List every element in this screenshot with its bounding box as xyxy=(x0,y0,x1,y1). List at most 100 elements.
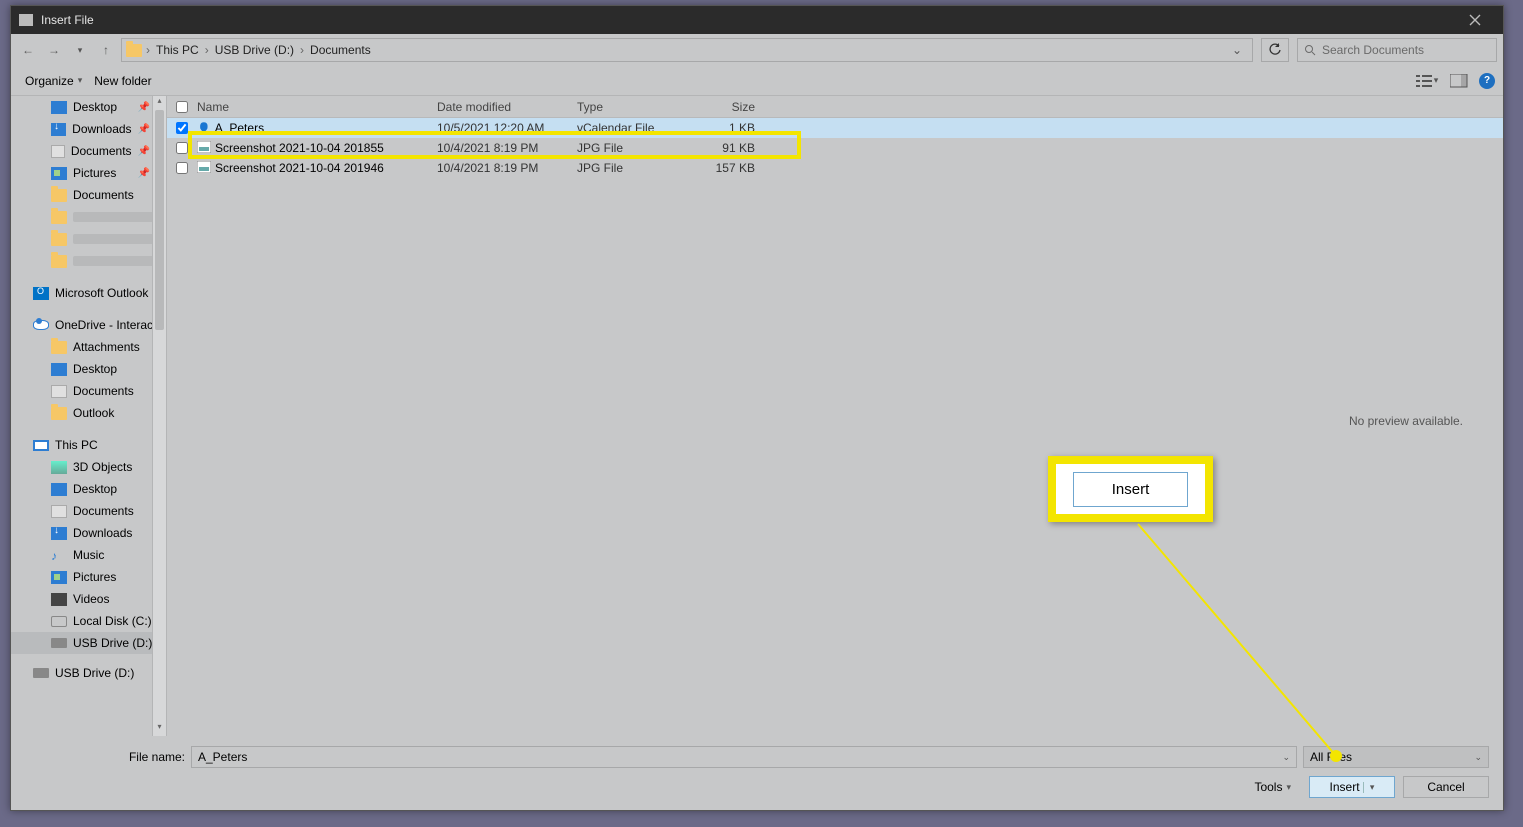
usb-icon xyxy=(51,638,67,648)
image-icon xyxy=(197,141,211,156)
breadcrumb-documents[interactable]: Documents xyxy=(308,43,373,57)
tree-item[interactable]: Music xyxy=(11,544,166,566)
nav-scrollbar[interactable]: ▴ ▾ xyxy=(152,96,166,736)
outlook-icon xyxy=(33,287,49,300)
tree-item[interactable]: Desktop xyxy=(11,358,166,380)
folder-icon xyxy=(126,44,142,57)
search-icon xyxy=(1304,44,1316,56)
dl-icon xyxy=(51,123,66,136)
window-title: Insert File xyxy=(41,13,1455,27)
column-name[interactable]: Name xyxy=(197,100,437,114)
column-type[interactable]: Type xyxy=(577,100,695,114)
navigation-row: ← → ▾ ↑ › This PC › USB Drive (D:) › Doc… xyxy=(11,34,1503,66)
tree-item[interactable]: Outlook xyxy=(11,402,166,424)
callout-insert-button: Insert xyxy=(1073,472,1189,507)
tree-item[interactable]: Documents📌 xyxy=(11,140,166,162)
usb-icon xyxy=(33,668,49,678)
column-size[interactable]: Size xyxy=(695,100,765,114)
breadcrumb-this-pc[interactable]: This PC xyxy=(154,43,201,57)
tree-item[interactable]: 3D Objects xyxy=(11,456,166,478)
file-list-pane: Name Date modified Type Size 👤A_Peters10… xyxy=(167,96,1503,736)
filename-label: File name: xyxy=(25,750,185,764)
preview-message: No preview available. xyxy=(1349,414,1463,428)
tree-item[interactable]: Pictures📌 xyxy=(11,162,166,184)
address-bar[interactable]: › This PC › USB Drive (D:) › Documents ⌄ xyxy=(121,38,1253,62)
help-button[interactable]: ? xyxy=(1479,73,1495,89)
tree-item[interactable]: Documents xyxy=(11,500,166,522)
chevron-down-icon[interactable]: ⌄ xyxy=(1282,752,1290,763)
refresh-button[interactable] xyxy=(1261,38,1289,62)
filename-input[interactable]: A_Peters ⌄ xyxy=(191,746,1297,768)
pic-icon xyxy=(51,167,67,180)
up-button[interactable]: ↑ xyxy=(95,39,117,61)
tree-onedrive[interactable]: OneDrive - Interact xyxy=(11,314,166,336)
insert-button[interactable]: Insert ▾ xyxy=(1309,776,1395,798)
obj-icon xyxy=(51,461,67,474)
desk-icon xyxy=(51,101,67,114)
tree-item[interactable]: Pictures xyxy=(11,566,166,588)
tree-item[interactable] xyxy=(11,250,166,272)
file-row[interactable]: Screenshot 2021-10-04 20185510/4/2021 8:… xyxy=(167,138,1503,158)
column-headers: Name Date modified Type Size xyxy=(167,96,1503,118)
tools-menu[interactable]: Tools▾ xyxy=(1254,780,1291,794)
tree-usb-root[interactable]: USB Drive (D:) xyxy=(11,662,166,684)
tree-thispc[interactable]: This PC xyxy=(11,434,166,456)
tree-item[interactable]: Videos xyxy=(11,588,166,610)
new-folder-button[interactable]: New folder xyxy=(88,70,157,92)
address-dropdown[interactable]: ⌄ xyxy=(1226,43,1248,57)
breadcrumb-usb[interactable]: USB Drive (D:) xyxy=(213,43,296,57)
file-checkbox[interactable] xyxy=(176,162,188,174)
view-menu[interactable]: ▾ xyxy=(1415,70,1439,92)
callout-insert: Insert xyxy=(1048,456,1213,522)
tree-item[interactable]: Documents xyxy=(11,380,166,402)
tree-item[interactable] xyxy=(11,206,166,228)
cloud-icon xyxy=(33,320,49,330)
desk-icon xyxy=(51,483,67,496)
tree-item[interactable]: USB Drive (D:) xyxy=(11,632,166,654)
file-row[interactable]: 👤A_Peters10/5/2021 12:20 AMvCalendar Fil… xyxy=(167,118,1503,138)
desk-icon xyxy=(51,363,67,376)
doc-icon xyxy=(51,385,67,398)
pin-icon: 📌 xyxy=(138,146,150,157)
folder-icon xyxy=(51,189,67,202)
organize-menu[interactable]: Organize▾ xyxy=(19,70,88,92)
cancel-button[interactable]: Cancel xyxy=(1403,776,1489,798)
pin-icon: 📌 xyxy=(138,168,150,179)
column-date[interactable]: Date modified xyxy=(437,100,577,114)
chevron-right-icon: › xyxy=(300,43,304,57)
app-icon xyxy=(19,14,33,26)
tree-item[interactable]: Desktop📌 xyxy=(11,96,166,118)
titlebar: Insert File xyxy=(11,6,1503,34)
folder-icon xyxy=(51,341,67,354)
tree-item[interactable]: Downloads xyxy=(11,522,166,544)
close-button[interactable] xyxy=(1455,6,1495,34)
navigation-tree: Desktop📌Downloads📌Documents📌Pictures📌Doc… xyxy=(11,96,167,736)
file-checkbox[interactable] xyxy=(176,142,188,154)
select-all-checkbox[interactable] xyxy=(176,101,188,113)
pin-icon: 📌 xyxy=(138,102,150,113)
chevron-down-icon: ⌄ xyxy=(1474,752,1482,763)
preview-pane-toggle[interactable] xyxy=(1447,70,1471,92)
tree-item[interactable]: Attachments xyxy=(11,336,166,358)
forward-button[interactable]: → xyxy=(43,39,65,61)
history-dropdown[interactable]: ▾ xyxy=(69,39,91,61)
back-button[interactable]: ← xyxy=(17,39,39,61)
folder-icon xyxy=(51,407,67,420)
tree-item[interactable]: Downloads📌 xyxy=(11,118,166,140)
folder-icon xyxy=(51,211,67,224)
file-type-filter[interactable]: All Files ⌄ xyxy=(1303,746,1489,768)
file-checkbox[interactable] xyxy=(176,122,188,134)
tree-item[interactable]: Desktop xyxy=(11,478,166,500)
tree-item[interactable]: Documents xyxy=(11,184,166,206)
dialog-footer: File name: A_Peters ⌄ All Files ⌄ Tools▾… xyxy=(11,736,1503,810)
scroll-down-icon[interactable]: ▾ xyxy=(153,722,166,736)
tree-item[interactable]: Local Disk (C:) xyxy=(11,610,166,632)
toolbar: Organize▾ New folder ▾ ? xyxy=(11,66,1503,96)
tree-item[interactable] xyxy=(11,228,166,250)
file-row[interactable]: Screenshot 2021-10-04 20194610/4/2021 8:… xyxy=(167,158,1503,178)
search-placeholder: Search Documents xyxy=(1322,43,1424,57)
tree-outlook[interactable]: Microsoft Outlook xyxy=(11,282,166,304)
search-input[interactable]: Search Documents xyxy=(1297,38,1497,62)
scroll-thumb[interactable] xyxy=(155,110,164,330)
scroll-up-icon[interactable]: ▴ xyxy=(153,96,166,110)
